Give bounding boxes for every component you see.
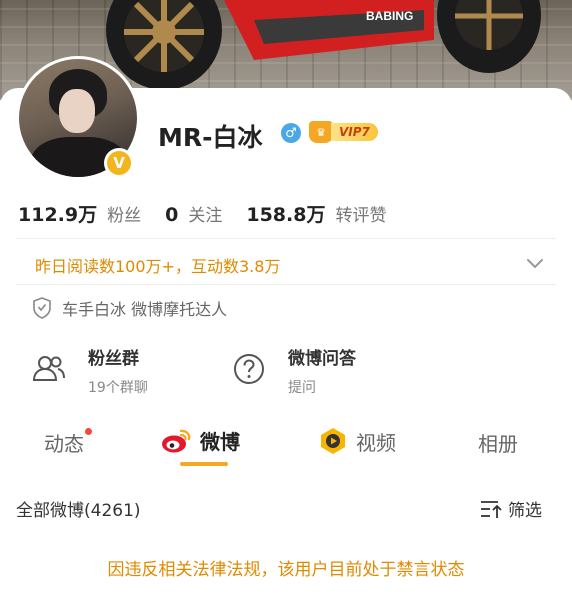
- people-icon: [32, 356, 65, 381]
- notification-dot: [85, 428, 92, 435]
- fan-group-subtitle: 19个群聊: [88, 380, 148, 396]
- weibo-logo-icon: [162, 429, 191, 452]
- certification-row[interactable]: 车手白冰 微博摩托达人: [32, 296, 227, 320]
- video-icon: [321, 428, 345, 454]
- reposts-count[interactable]: 158.8万: [246, 200, 325, 227]
- fan-group-entry[interactable]: 粉丝群 19个群聊: [32, 344, 148, 397]
- chevron-down-icon[interactable]: [524, 252, 546, 274]
- crown-icon: ♛: [309, 121, 333, 143]
- following-count[interactable]: 0: [165, 204, 178, 226]
- divider: [16, 284, 556, 285]
- filter-button[interactable]: 筛选: [480, 496, 542, 521]
- filter-label: 筛选: [508, 501, 542, 521]
- fan-group-title: 粉丝群: [88, 349, 139, 369]
- reposts-label[interactable]: 转评赞: [335, 201, 386, 226]
- active-tab-indicator: [180, 462, 228, 466]
- divider: [16, 238, 556, 239]
- reads-summary[interactable]: 昨日阅读数100万+，互动数3.8万: [35, 253, 280, 277]
- tab-video[interactable]: 视频: [318, 426, 396, 456]
- followers-count[interactable]: 112.9万: [18, 200, 97, 227]
- certification-text: 车手白冰 微博摩托达人: [62, 300, 228, 319]
- followers-label[interactable]: 粉丝: [107, 201, 141, 226]
- profile-stats: 112.9万 粉丝 0 关注 158.8万 转评赞: [18, 200, 410, 227]
- svg-text:BABING: BABING: [366, 9, 413, 23]
- shield-icon: [33, 297, 51, 319]
- following-label[interactable]: 关注: [188, 201, 222, 226]
- profile-tabs: 动态 微博 视频 相册: [0, 424, 572, 472]
- profile-name: MR-白冰: [158, 123, 263, 152]
- tab-album[interactable]: 相册: [478, 428, 518, 457]
- weibo-qa-title: 微博问答: [288, 349, 356, 369]
- motorcycle-image: BABING: [106, 0, 541, 90]
- all-posts-count[interactable]: 全部微博(4261): [16, 496, 141, 521]
- weibo-qa-entry[interactable]: 微博问答 提问: [232, 344, 356, 397]
- tab-weibo[interactable]: 微博: [160, 426, 240, 455]
- filter-sort-icon: [481, 500, 502, 518]
- verified-badge-icon: V: [104, 148, 134, 178]
- tab-dynamics[interactable]: 动态: [44, 428, 92, 457]
- ban-notice: 因违反相关法律法规，该用户目前处于禁言状态: [107, 560, 465, 580]
- vip-level-label: VIP7: [331, 123, 378, 141]
- question-icon: [234, 354, 264, 384]
- weibo-qa-subtitle: 提问: [288, 380, 316, 396]
- vip-badge[interactable]: ♛ VIP7: [309, 121, 378, 143]
- male-gender-icon: ♂: [281, 123, 301, 143]
